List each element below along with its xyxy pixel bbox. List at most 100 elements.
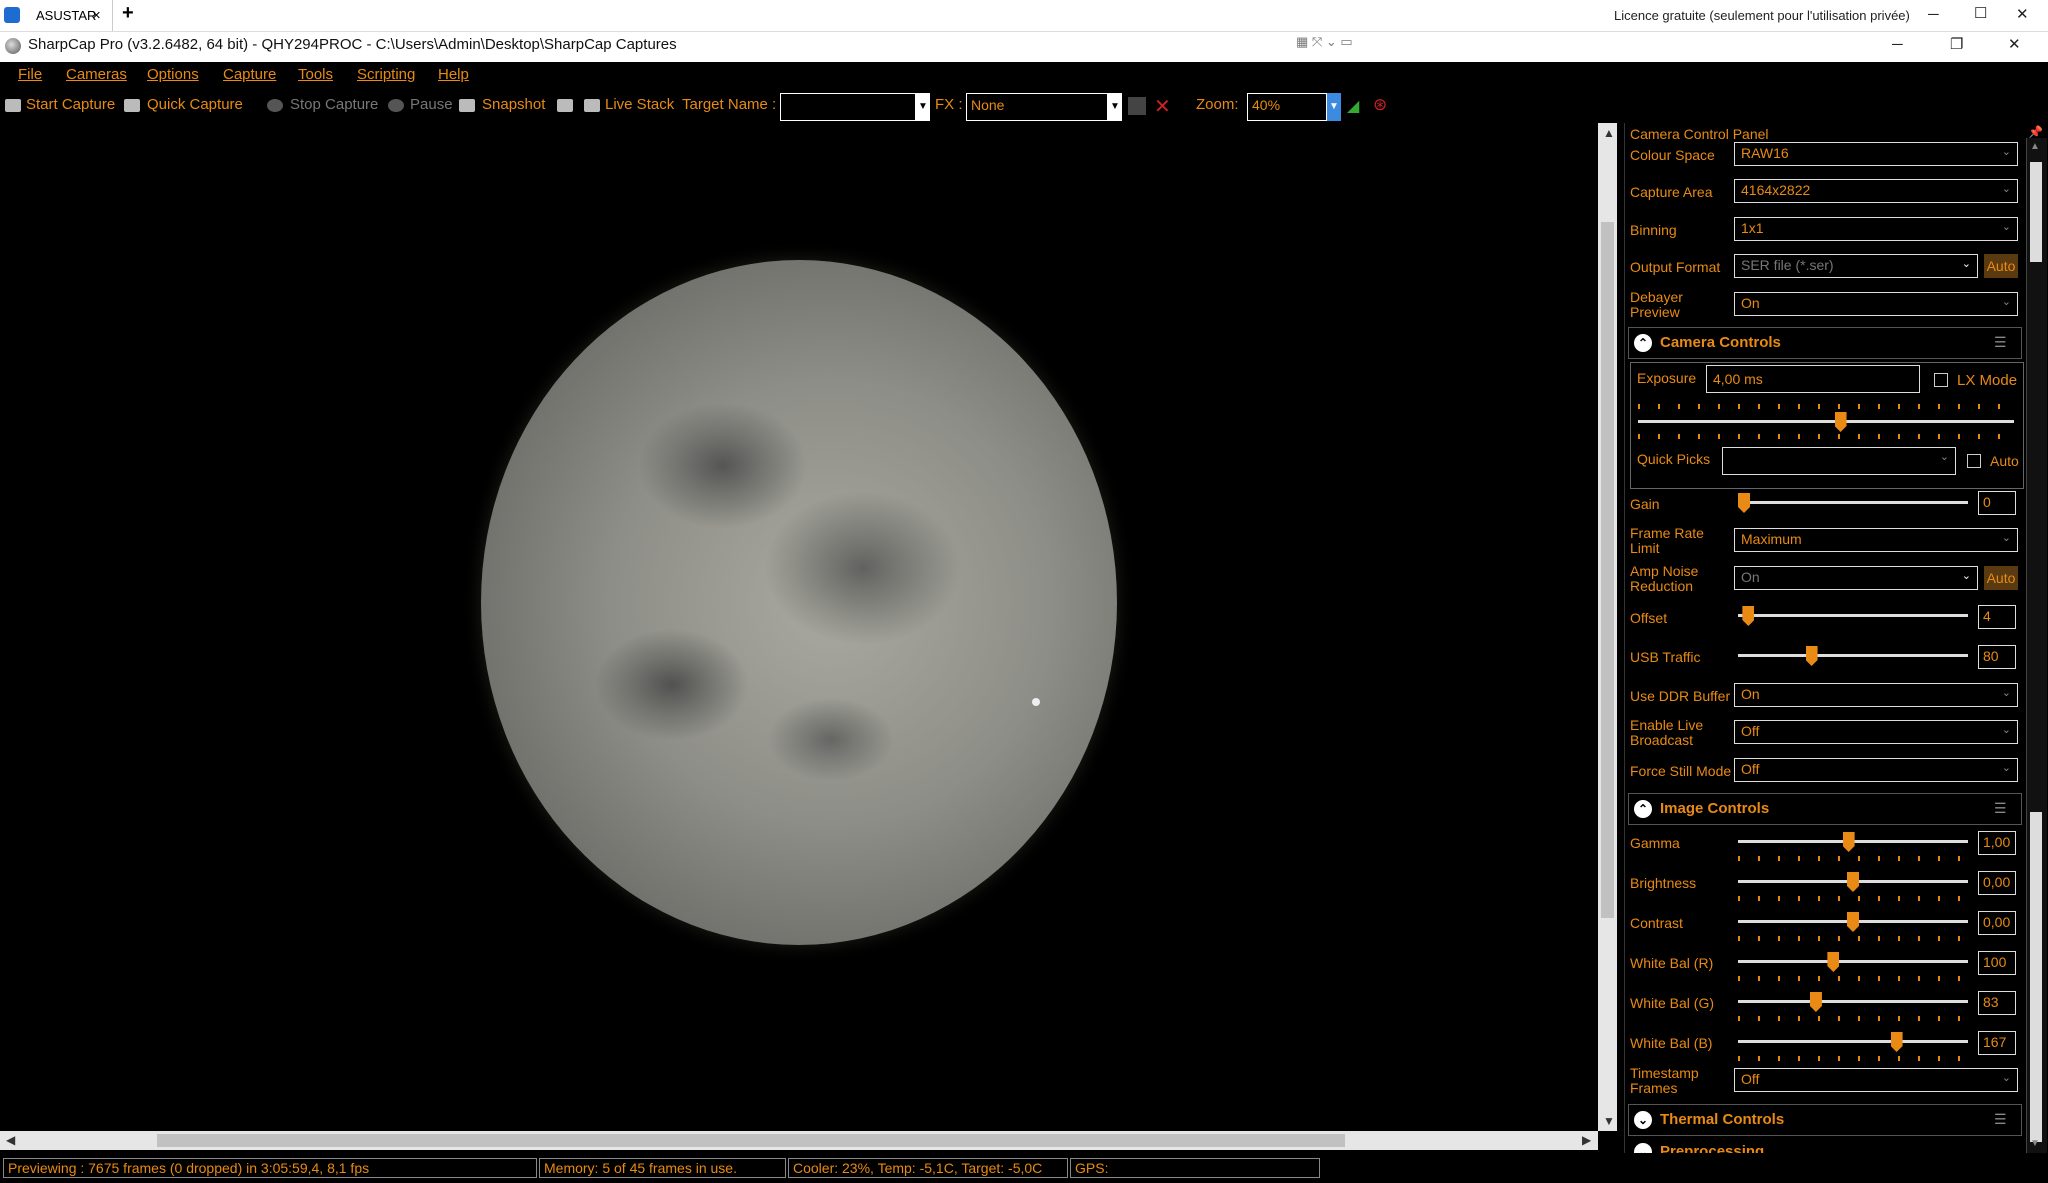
wb-b-slider-track[interactable] (1738, 1040, 1968, 1043)
amp-noise-auto-button[interactable]: Auto (1984, 566, 2018, 590)
menu-cameras[interactable]: Cameras (66, 66, 127, 83)
chevron-down-icon: ⌄ (1939, 451, 1949, 463)
contrast-value[interactable]: 0,00 (1978, 911, 2016, 935)
preview-horizontal-scroll-thumb[interactable] (157, 1134, 1345, 1147)
exposure-ticks-bottom (1638, 434, 2014, 439)
scroll-right-icon[interactable]: ▶ (1582, 1133, 1591, 1147)
output-format-auto-button[interactable]: Auto (1984, 254, 2018, 278)
panel-title: Camera Control Panel (1630, 126, 1769, 142)
capture-area-value: 4164x2822 (1741, 182, 1811, 198)
gamma-value[interactable]: 1,00 (1978, 831, 2016, 855)
start-capture-button[interactable]: Start Capture (26, 96, 115, 113)
menu-tools[interactable]: Tools (298, 66, 333, 83)
scroll-up-icon[interactable]: ▲ (1603, 126, 1615, 140)
chevron-up-icon[interactable]: ⌃ (1634, 334, 1652, 352)
amp-noise-select[interactable]: On ⌄ (1734, 566, 1978, 590)
chevron-up-icon[interactable]: ⌃ (1634, 800, 1652, 818)
histogram-icon[interactable]: ◢ (1347, 96, 1359, 116)
panel-scroll-thumb-lower[interactable] (2030, 812, 2042, 1142)
panel-scroll-up-icon[interactable]: ▲ (2030, 141, 2040, 152)
wb-g-value[interactable]: 83 (1978, 991, 2016, 1015)
wb-b-label: White Bal (B) (1630, 1035, 1713, 1051)
chevron-down-icon: ⌄ (1961, 570, 1971, 582)
remote-maximize-button[interactable]: ☐ (1974, 4, 1987, 22)
zoom-dropdown-arrow[interactable]: ▼ (1327, 93, 1341, 121)
live-broadcast-value: Off (1741, 723, 1760, 739)
quick-picks-auto-checkbox[interactable] (1967, 454, 1981, 468)
fx-settings-icon[interactable] (1128, 97, 1146, 115)
offset-slider-track[interactable] (1738, 614, 1968, 617)
live-broadcast-select[interactable]: Off ⌄ (1734, 720, 2018, 744)
chevron-down-icon[interactable]: ⌄ (1634, 1111, 1652, 1129)
preprocessing-header[interactable]: ⌄ Preprocessing (1628, 1140, 2022, 1153)
pin-icon[interactable]: 📌 (2028, 125, 2043, 139)
target-name-input[interactable] (780, 93, 916, 121)
gain-value[interactable]: 0 (1978, 491, 2016, 515)
fx-select[interactable]: None (966, 93, 1108, 121)
section-menu-icon[interactable]: ☰ (1994, 800, 2007, 817)
fx-dropdown-arrow[interactable]: ▼ (1108, 93, 1122, 121)
scroll-down-icon[interactable]: ▼ (1603, 1114, 1615, 1128)
live-stack-button[interactable]: Live Stack (605, 96, 674, 113)
gamma-ticks (1738, 856, 1968, 861)
brightness-value[interactable]: 0,00 (1978, 871, 2016, 895)
wb-r-slider-track[interactable] (1738, 960, 1968, 963)
stop-capture-button[interactable]: Stop Capture (290, 96, 378, 113)
colour-space-value: RAW16 (1741, 145, 1789, 161)
remote-session-tab[interactable]: ASUSTAR × (28, 0, 113, 31)
usb-traffic-value[interactable]: 80 (1978, 645, 2016, 669)
force-still-select[interactable]: Off ⌄ (1734, 758, 2018, 782)
snapshot-button[interactable]: Snapshot (482, 96, 545, 113)
panel-scroll-thumb[interactable] (2030, 162, 2042, 262)
exposure-slider-track[interactable] (1638, 420, 2014, 423)
close-tab-icon[interactable]: × (92, 0, 101, 31)
remote-minimize-button[interactable]: ─ (1928, 6, 1939, 23)
debayer-preview-select[interactable]: On ⌄ (1734, 292, 2018, 316)
stop-icon (267, 99, 283, 112)
menu-capture[interactable]: Capture (223, 66, 276, 83)
chevron-down-icon[interactable]: ⌄ (1634, 1143, 1652, 1153)
quick-picks-select[interactable]: ⌄ (1722, 447, 1956, 475)
preview-vertical-scroll-thumb[interactable] (1601, 222, 1614, 918)
pause-button[interactable]: Pause (410, 96, 453, 113)
remote-toolbar-icons[interactable]: ▦ ⤧ ⌄ ▭ (1296, 34, 1353, 50)
usb-traffic-slider-track[interactable] (1738, 654, 1968, 657)
preprocessing-title: Preprocessing (1660, 1143, 1765, 1153)
restore-button[interactable]: ❐ (1950, 35, 1963, 53)
exposure-input[interactable]: 4,00 ms (1706, 365, 1920, 393)
fx-clear-icon[interactable]: ✕ (1154, 94, 1171, 119)
quick-capture-button[interactable]: Quick Capture (147, 96, 243, 113)
offset-value[interactable]: 4 (1978, 605, 2016, 629)
target-name-dropdown-arrow[interactable]: ▼ (916, 93, 930, 121)
remote-close-button[interactable]: ✕ (2016, 5, 2029, 23)
menu-options[interactable]: Options (147, 66, 199, 83)
menu-file[interactable]: File (18, 66, 42, 83)
zoom-select[interactable]: 40% (1247, 93, 1327, 121)
gain-slider-track[interactable] (1738, 501, 1968, 504)
lx-mode-checkbox[interactable] (1934, 373, 1948, 387)
moon-image (481, 260, 1117, 945)
menu-scripting[interactable]: Scripting (357, 66, 415, 83)
camera-icon (124, 99, 140, 112)
scroll-left-icon[interactable]: ◀ (6, 1133, 15, 1147)
minimize-button[interactable]: ─ (1892, 36, 1903, 53)
close-button[interactable]: ✕ (2008, 35, 2021, 53)
colour-space-select[interactable]: RAW16 ⌄ (1734, 142, 2018, 166)
timestamp-select[interactable]: Off ⌄ (1734, 1068, 2018, 1092)
new-tab-button[interactable]: + (122, 2, 134, 25)
menu-help[interactable]: Help (438, 66, 469, 83)
section-menu-icon[interactable]: ☰ (1994, 1111, 2007, 1128)
wb-b-value[interactable]: 167 (1978, 1031, 2016, 1055)
capture-area-select[interactable]: 4164x2822 ⌄ (1734, 179, 2018, 203)
frame-rate-select[interactable]: Maximum ⌄ (1734, 528, 2018, 552)
output-format-select[interactable]: SER file (*.ser) ⌄ (1734, 254, 1978, 278)
wb-g-slider-track[interactable] (1738, 1000, 1968, 1003)
panel-scroll-down-icon[interactable]: ▼ (2030, 1138, 2040, 1149)
binning-select[interactable]: 1x1 ⌄ (1734, 217, 2018, 241)
wb-r-value[interactable]: 100 (1978, 951, 2016, 975)
target-icon[interactable]: ⊛ (1373, 95, 1387, 115)
section-menu-icon[interactable]: ☰ (1994, 334, 2007, 351)
display-icon[interactable] (557, 99, 573, 112)
status-cooler: Cooler: 23%, Temp: -5,1C, Target: -5,0C (788, 1158, 1068, 1178)
ddr-buffer-select[interactable]: On ⌄ (1734, 683, 2018, 707)
